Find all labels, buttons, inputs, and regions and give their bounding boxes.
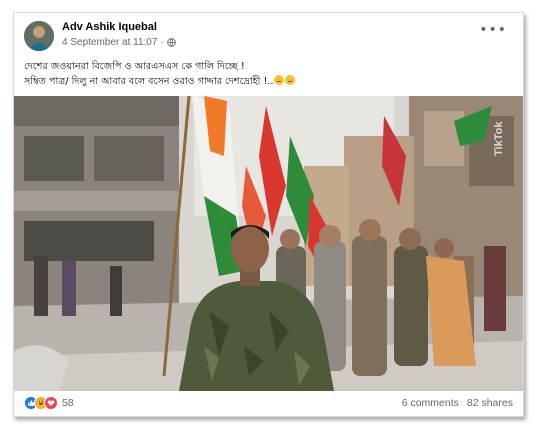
caption-line-1: দেশের জওয়ানরা বিজেপি ও আরএসএস কে গালি দ… xyxy=(24,61,245,72)
post-video[interactable]: TikTok xyxy=(14,96,523,391)
post-header: Adv Ashik Iquebal 4 September at 11:07 ·… xyxy=(24,21,513,57)
tiktok-watermark-text: TikTok xyxy=(493,121,505,156)
avatar[interactable] xyxy=(24,21,54,51)
avatar-image xyxy=(24,21,54,51)
facebook-post-card: Adv Ashik Iquebal 4 September at 11:07 ·… xyxy=(13,12,524,417)
post-meta: 4 September at 11:07 · xyxy=(62,37,176,48)
thinking-face-emoji xyxy=(285,75,296,85)
post-footer: 58 6 comments 82 shares xyxy=(24,392,513,414)
more-options-icon[interactable]: ••• xyxy=(479,23,507,37)
video-frame: TikTok xyxy=(14,96,523,391)
author-name[interactable]: Adv Ashik Iquebal xyxy=(62,21,157,33)
meta-separator: · xyxy=(160,37,164,48)
love-icon xyxy=(44,396,58,410)
thinking-face-emoji xyxy=(274,75,285,85)
post-caption: দেশের জওয়ানরা বিজেপি ও আরএসএস কে গালি দ… xyxy=(24,59,513,89)
reaction-icons xyxy=(24,396,58,410)
reaction-count: 58 xyxy=(62,397,74,409)
caption-line-2-text: সম্বিত পাত্র/ দিলু না আবার বলে বসেন ওরাও… xyxy=(24,76,274,87)
globe-icon xyxy=(166,38,176,47)
tiktok-watermark: TikTok xyxy=(493,121,505,156)
caption-line-2: সম্বিত পাত্র/ দিলু না আবার বলে বসেন ওরাও… xyxy=(24,74,513,89)
post-date[interactable]: 4 September at 11:07 xyxy=(62,37,157,48)
comments-count[interactable]: 6 comments xyxy=(402,397,459,409)
reactions-summary[interactable]: 58 xyxy=(24,396,74,410)
post-stats: 6 comments 82 shares xyxy=(402,397,513,409)
shares-count[interactable]: 82 shares xyxy=(467,397,513,409)
